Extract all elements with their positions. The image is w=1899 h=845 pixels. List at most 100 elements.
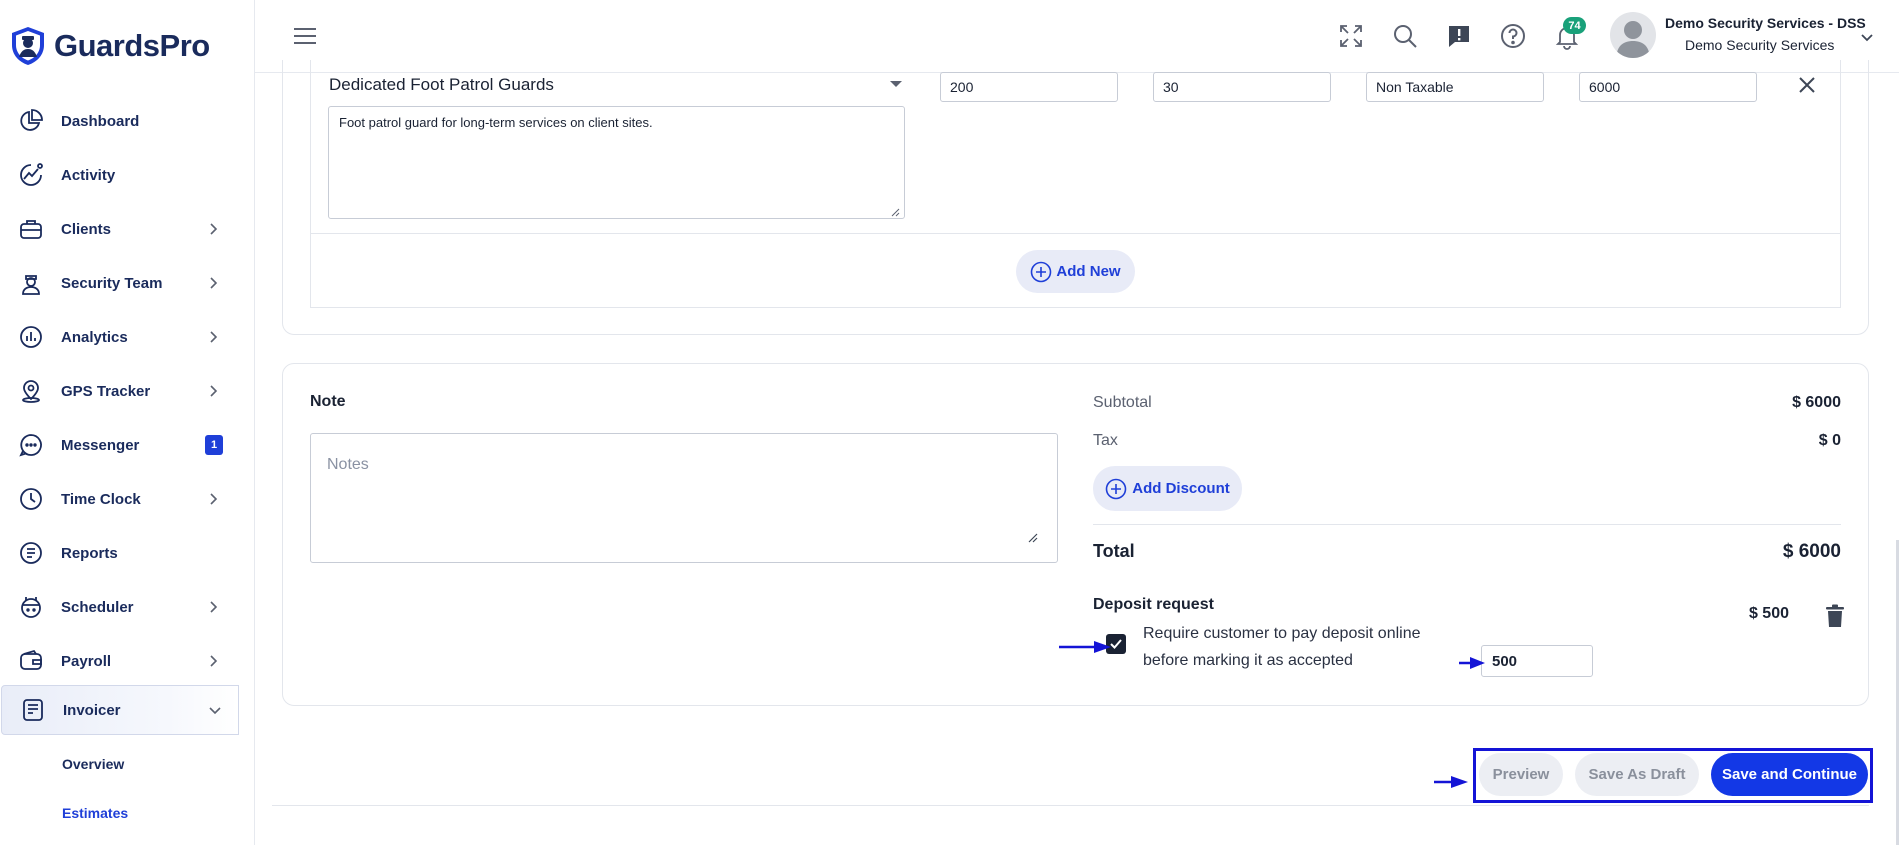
sidebar-item-reports[interactable]: Reports	[0, 528, 238, 578]
divider	[311, 233, 1840, 234]
guardspro-shield-logo-icon	[12, 27, 44, 65]
logo[interactable]: GuardsPro	[10, 24, 210, 68]
fullscreen-icon[interactable]	[1337, 22, 1365, 50]
sidebar-item-time-clock[interactable]: Time Clock	[0, 474, 238, 524]
add-discount-button[interactable]: Add Discount	[1093, 466, 1242, 511]
annotation-arrow-icon	[1434, 776, 1468, 788]
annotation-arrow-icon	[1059, 641, 1111, 653]
tax-value: $ 0	[1818, 432, 1841, 449]
chevron-right-icon	[210, 223, 218, 235]
deposit-amount: $ 500	[1748, 605, 1789, 622]
search-icon[interactable]	[1391, 22, 1419, 50]
clock-icon	[20, 488, 42, 510]
hamburger-menu-icon[interactable]	[293, 26, 317, 46]
add-discount-label: Add Discount	[1132, 480, 1230, 497]
sidebar-item-analytics[interactable]: Analytics	[0, 312, 238, 362]
save-as-draft-button[interactable]: Save As Draft	[1575, 753, 1699, 796]
subtotal-value: $ 6000	[1792, 394, 1841, 411]
tax-label: Tax	[1093, 432, 1118, 449]
sidebar-item-label: Scheduler	[61, 598, 134, 616]
sidebar-item-messenger[interactable]: Messenger 1	[0, 420, 238, 470]
sidebar-subitem-estimates[interactable]: Estimates	[62, 805, 128, 821]
sidebar-item-clients[interactable]: Clients	[0, 204, 238, 254]
sidebar-item-label: Payroll	[61, 652, 112, 670]
sidebar-item-invoicer[interactable]: Invoicer	[1, 685, 239, 735]
subtotal-label: Subtotal	[1093, 394, 1152, 411]
guard-icon	[22, 275, 40, 295]
analytics-icon	[20, 326, 42, 348]
sidebar-item-label: Clients	[61, 220, 112, 238]
user-organization: Demo Security Services	[1685, 37, 1835, 53]
chevron-right-icon	[210, 331, 218, 343]
chevron-right-icon	[210, 385, 218, 397]
chevron-right-icon	[210, 655, 218, 667]
sidebar-item-label: Activity	[61, 166, 116, 184]
item-quantity-input[interactable]	[940, 72, 1118, 102]
notification-count-badge: 74	[1563, 17, 1586, 34]
item-rate-input[interactable]	[1153, 72, 1331, 102]
item-select[interactable]: Dedicated Foot Patrol Guards	[329, 75, 554, 95]
remove-item-icon[interactable]	[1797, 75, 1817, 95]
activity-chart-icon	[20, 163, 43, 186]
chat-bubble-icon	[19, 434, 42, 457]
sidebar-item-label: Security Team	[61, 274, 163, 292]
chevron-down-icon[interactable]	[1860, 30, 1874, 44]
sidebar-item-label: Invoicer	[63, 701, 121, 719]
notes-field[interactable]	[310, 433, 1058, 563]
sidebar-item-gps-tracker[interactable]: GPS Tracker	[0, 366, 238, 416]
deposit-request-label: Deposit request	[1093, 596, 1214, 613]
logo-text: GuardsPro	[54, 28, 210, 63]
sidebar: GuardsPro Dashboard Activity Clients Sec…	[0, 0, 255, 845]
annotation-arrow-icon	[1459, 657, 1485, 669]
save-and-continue-button[interactable]: Save and Continue	[1711, 753, 1868, 796]
briefcase-icon	[20, 220, 42, 239]
deposit-checkbox-label: Require customer to pay deposit online b…	[1143, 625, 1421, 669]
caret-down-icon[interactable]	[890, 81, 902, 87]
sidebar-item-dashboard[interactable]: Dashboard	[0, 96, 238, 146]
add-new-item-button[interactable]: Add New	[1016, 250, 1135, 293]
help-icon[interactable]	[1499, 22, 1527, 50]
sidebar-item-scheduler[interactable]: Scheduler	[0, 582, 238, 632]
sidebar-item-label: Messenger	[61, 436, 140, 454]
user-name: Demo Security Services - DSS	[1665, 15, 1866, 31]
preview-button[interactable]: Preview	[1479, 753, 1563, 796]
wallet-icon	[20, 649, 42, 670]
sidebar-item-activity[interactable]: Activity	[0, 150, 238, 200]
add-new-label: Add New	[1056, 263, 1121, 280]
divider	[1093, 524, 1841, 525]
plus-circle-icon	[1105, 478, 1127, 499]
item-description-field[interactable]: Foot patrol guard for long-term services…	[328, 106, 905, 219]
sidebar-item-label: Time Clock	[61, 490, 141, 508]
sidebar-item-label: Dashboard	[61, 112, 140, 130]
report-icon	[20, 542, 42, 564]
item-amount-input[interactable]	[1579, 72, 1757, 102]
resize-handle-icon[interactable]	[1028, 533, 1038, 543]
sidebar-subitem-overview[interactable]: Overview	[62, 756, 124, 772]
plus-circle-icon	[1031, 261, 1052, 282]
chevron-right-icon	[210, 277, 218, 289]
calendar-icon	[21, 597, 41, 618]
deposit-amount-input[interactable]	[1481, 645, 1593, 677]
note-label: Note	[310, 393, 346, 410]
chevron-right-icon	[210, 493, 218, 505]
location-pin-icon	[22, 380, 40, 403]
avatar[interactable]	[1610, 12, 1656, 58]
total-label: Total	[1093, 541, 1135, 561]
sidebar-item-label: GPS Tracker	[61, 382, 151, 400]
chevron-right-icon	[210, 601, 218, 613]
feedback-icon[interactable]	[1445, 22, 1473, 50]
sidebar-item-label: Reports	[61, 544, 118, 562]
dashboard-pie-icon	[20, 109, 43, 131]
messenger-unread-badge: 1	[205, 435, 223, 455]
sidebar-item-payroll[interactable]: Payroll	[0, 636, 238, 686]
user-silhouette-icon	[1616, 21, 1650, 58]
sidebar-item-security-team[interactable]: Security Team	[0, 258, 238, 308]
divider	[272, 805, 1869, 806]
invoice-icon	[23, 699, 43, 721]
trash-icon[interactable]	[1824, 604, 1846, 628]
sidebar-item-label: Analytics	[61, 328, 128, 346]
item-tax-input[interactable]	[1366, 72, 1544, 102]
resize-handle-icon[interactable]	[891, 208, 900, 217]
chevron-down-icon	[209, 707, 221, 715]
total-value: $ 6000	[1782, 541, 1841, 562]
